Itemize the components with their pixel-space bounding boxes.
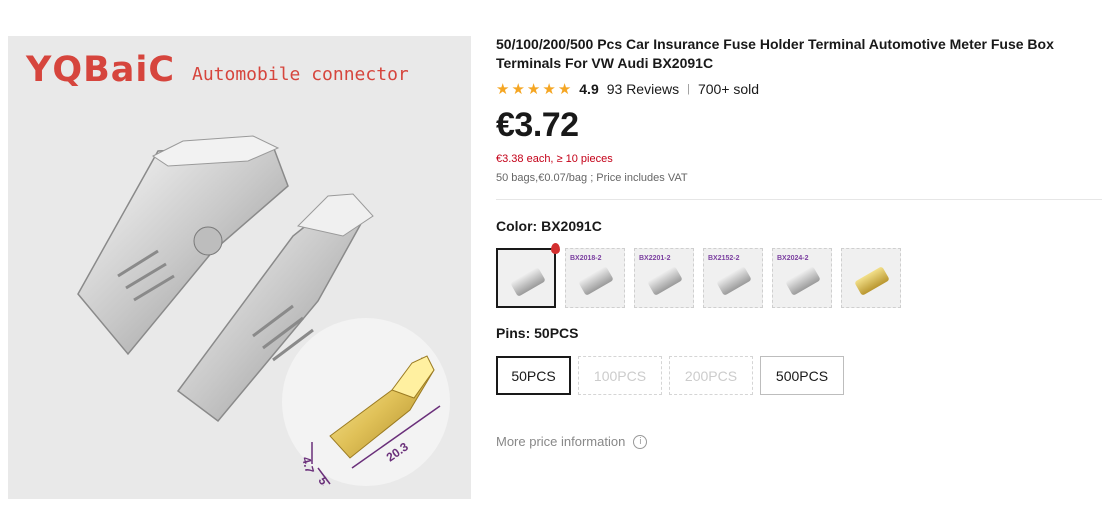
product-title: 50/100/200/500 Pcs Car Insurance Fuse Ho…	[496, 36, 1054, 71]
pin-option-500pcs[interactable]: 500PCS	[760, 356, 844, 395]
color-swatch[interactable]	[496, 248, 556, 308]
swatch-code: BX2018-2	[570, 255, 602, 262]
pin-option-200pcs[interactable]: 200PCS	[669, 356, 753, 395]
star-icon: ★	[511, 80, 525, 98]
product-price: €3.72	[496, 106, 579, 144]
rating-value: 4.9	[579, 81, 599, 97]
swatch-thumbnail	[510, 267, 546, 297]
swatch-code: BX2024-2	[777, 255, 809, 262]
swatch-thumbnail	[578, 266, 614, 296]
color-label: Color: BX2091C	[496, 218, 602, 234]
main-product-image[interactable]: YQBaiC Automobile connector 4.7 5.0 20.3	[8, 36, 471, 499]
divider	[496, 199, 1102, 200]
star-icon: ★	[496, 80, 510, 98]
star-icon: ★	[542, 80, 556, 98]
dimension-inset: 4.7 5.0 20.3	[282, 318, 450, 496]
swatch-code: BX2152-2	[708, 255, 740, 262]
info-icon[interactable]: i	[633, 434, 648, 449]
pin-option-50pcs[interactable]: 50PCS	[496, 356, 571, 395]
swatch-thumbnail	[785, 266, 821, 296]
rating-row: ★ ★ ★ ★ ★ 4.9 93 Reviews | 700+ sold	[496, 79, 759, 99]
bulk-price: €3.38 each, ≥ 10 pieces	[496, 153, 613, 165]
color-swatch[interactable]: BX2024-2	[772, 248, 832, 308]
swatch-thumbnail	[647, 266, 683, 296]
separator: |	[687, 83, 690, 95]
star-rating: ★ ★ ★ ★ ★	[496, 82, 571, 97]
swatch-thumbnail	[716, 266, 752, 296]
color-swatch[interactable]	[841, 248, 901, 308]
color-swatch[interactable]: BX2152-2	[703, 248, 763, 308]
sold-count: 700+ sold	[697, 81, 760, 97]
pins-options: 50PCS 100PCS 200PCS 500PCS	[496, 356, 844, 395]
swatch-code: BX2201-2	[639, 255, 671, 262]
more-price-info-label: More price information	[496, 434, 626, 449]
star-icon: ★	[526, 80, 541, 98]
pin-option-100pcs[interactable]: 100PCS	[578, 356, 662, 395]
reviews-link[interactable]: 93 Reviews	[607, 81, 679, 97]
gold-terminal-diagram: 4.7 5.0 20.3	[299, 355, 441, 496]
color-swatch[interactable]: BX2201-2	[634, 248, 694, 308]
color-swatches: BX2018-2 BX2201-2 BX2152-2 BX2024-2	[496, 248, 901, 308]
dimension-label-width: 5.0	[315, 475, 336, 487]
more-price-info[interactable]: More price information i	[496, 434, 648, 449]
hot-icon	[551, 243, 560, 254]
dimension-label-height: 4.7	[299, 455, 317, 475]
color-swatch[interactable]: BX2018-2	[565, 248, 625, 308]
swatch-thumbnail	[854, 266, 890, 296]
star-icon: ★	[557, 80, 572, 98]
pins-label: Pins: 50PCS	[496, 325, 579, 341]
unit-price-info: 50 bags,€0.07/bag ; Price includes VAT	[496, 172, 688, 184]
